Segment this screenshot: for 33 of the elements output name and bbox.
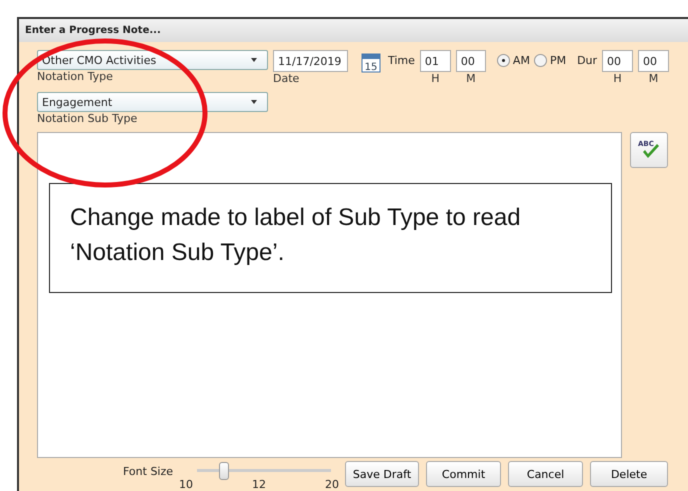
field-label: M (648, 72, 658, 85)
caret-icon (251, 58, 257, 62)
hour-field[interactable]: 00 (602, 50, 634, 72)
time-label: Time (388, 54, 415, 67)
calendar-icon[interactable]: 15 (361, 53, 381, 73)
slider-thumb[interactable] (218, 462, 229, 480)
date-field[interactable]: 11/17/2019 (273, 50, 348, 72)
action-button[interactable]: Delete (590, 461, 668, 487)
notation-sub-type-dropdown[interactable]: Engagement (37, 92, 268, 112)
action-button[interactable]: Commit (426, 461, 502, 487)
field-label: Notation Sub Type (37, 112, 138, 125)
minute-field[interactable]: 00 (638, 50, 670, 72)
field-label: Notation Type (37, 70, 114, 83)
action-button[interactable]: Cancel (508, 461, 584, 487)
field-label: H (431, 72, 440, 85)
field-label: Date (273, 72, 300, 85)
radio-button[interactable] (534, 54, 547, 67)
radio-button[interactable] (496, 54, 510, 67)
duration-label: Dur (577, 54, 598, 67)
radio-label: AM (512, 54, 530, 67)
tick-label: 10 (179, 478, 194, 491)
caret-icon (251, 100, 257, 104)
window-title: Enter a Progress Note... (25, 25, 161, 36)
hour-field[interactable]: 01 (420, 50, 451, 72)
action-button[interactable]: Save Draft (345, 461, 420, 487)
minute-field[interactable]: 00 (456, 50, 486, 72)
tick-label: 20 (325, 478, 340, 491)
annotation-callout: Change made to label of Sub Type to read ‘Notation Sub Type’. (49, 183, 612, 293)
tick-label: 12 (252, 478, 266, 491)
radio-label: PM (550, 54, 566, 67)
field-label: H (613, 72, 622, 85)
field-label: M (466, 72, 476, 85)
font-size-label: Font Size (123, 465, 174, 478)
